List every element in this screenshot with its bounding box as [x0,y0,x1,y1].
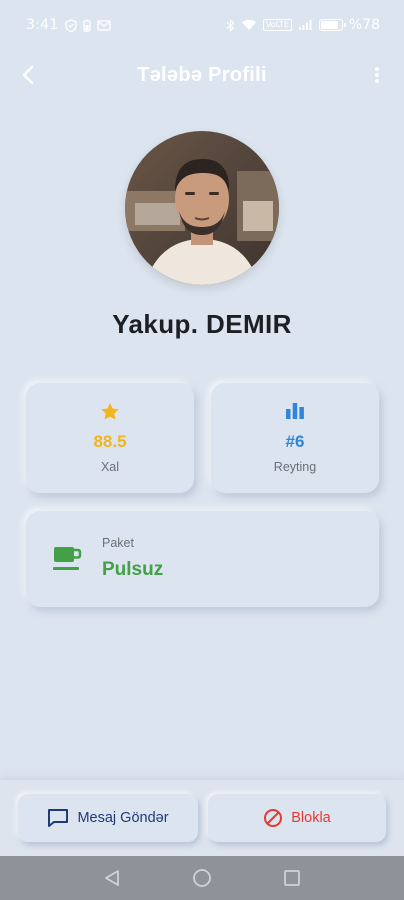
nav-home-icon [193,869,211,887]
chat-bubble-icon [48,809,69,827]
battery-saver-icon [82,19,91,32]
block-icon [264,809,283,827]
battery-percentage: %78 [348,17,380,33]
rank-card: #6 Reyting [211,383,379,493]
rank-label: Reyting [273,460,317,474]
nav-recents-button[interactable] [278,864,306,892]
status-time: 3:41 [26,17,59,33]
nav-home-button[interactable] [188,864,216,892]
bottom-action-bar: Mesaj Göndər Blokla [0,780,404,856]
signal-icon [298,20,312,30]
package-label: Paket [102,536,134,550]
battery-icon [318,19,346,31]
system-navigation-bar [0,856,404,900]
rank-value: #6 [285,432,305,451]
gmail-icon [96,19,111,31]
bluetooth-icon [226,18,235,32]
more-vert-icon [375,67,379,83]
shield-icon [64,18,77,32]
score-value: 88.5 [93,432,127,451]
package-value: Pulsuz [102,559,164,580]
avatar [125,131,279,285]
block-button[interactable]: Blokla [208,794,386,842]
status-right: VoLTE %78 [226,17,380,33]
profile-name: Yakup. DEMIR [112,309,292,339]
star-icon [100,400,120,422]
score-label: Xal [100,460,120,474]
wifi-icon [241,19,256,30]
status-bar: 3:41 VoLTE %78 [0,0,404,50]
send-message-button[interactable]: Mesaj Göndər [18,794,198,842]
back-button[interactable] [12,58,46,92]
app-bar: Tələbə Profili [0,52,404,98]
profile-photo [125,131,279,285]
more-options-button[interactable] [362,58,392,92]
send-message-label: Mesaj Göndər [77,810,169,826]
bar-chart-icon [284,400,306,422]
status-left: 3:41 [26,17,111,33]
page-title: Tələbə Profili [137,63,267,86]
nav-back-button[interactable] [98,864,126,892]
package-card: Paket Pulsuz [26,511,379,607]
score-card: 88.5 Xal [26,383,194,493]
battery-level [320,21,338,29]
nav-back-icon [105,870,119,886]
volte-badge: VoLTE [262,19,292,31]
cup-icon [52,545,82,577]
block-label: Blokla [291,810,331,826]
nav-recents-icon [284,870,300,886]
arrow-back-icon [22,65,34,85]
